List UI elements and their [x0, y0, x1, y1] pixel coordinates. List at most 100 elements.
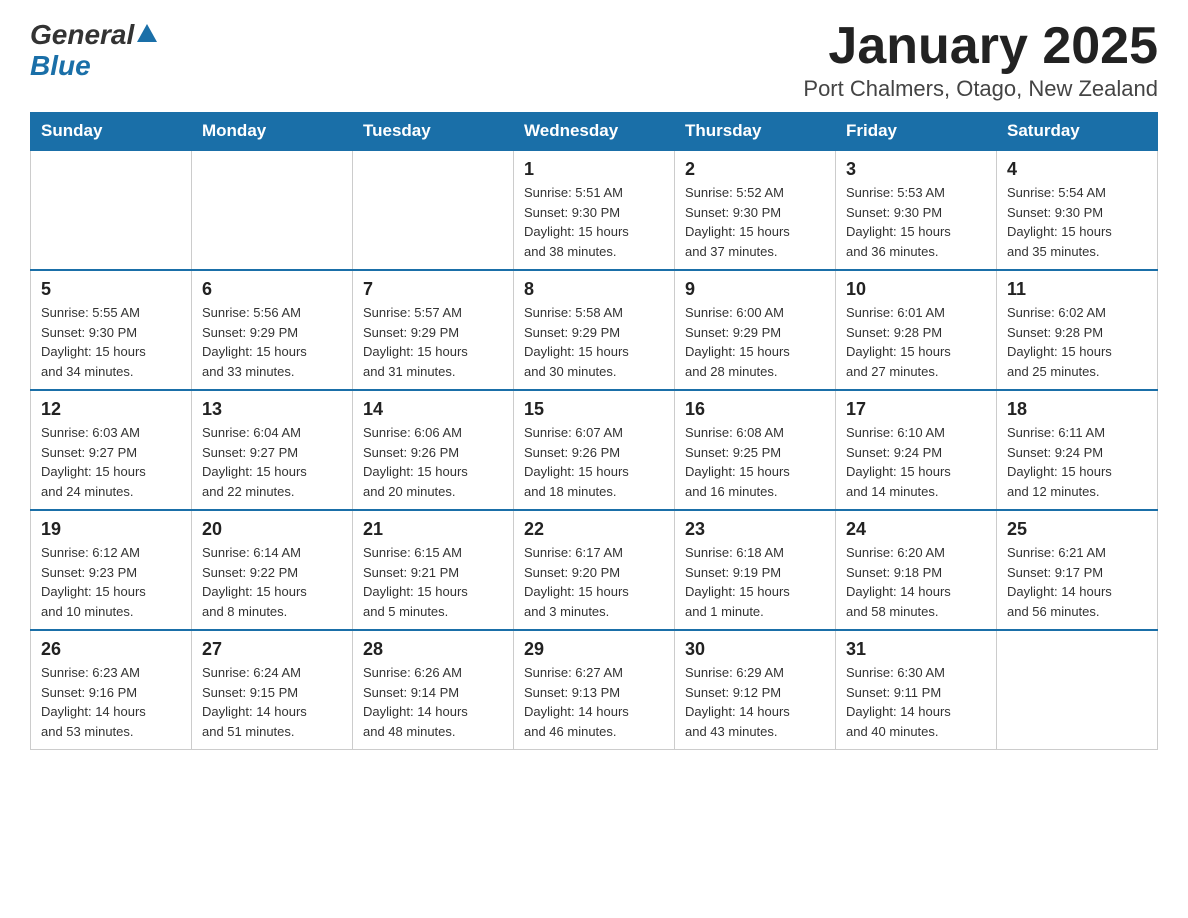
calendar-day-cell: 6Sunrise: 5:56 AM Sunset: 9:29 PM Daylig… — [192, 270, 353, 390]
calendar-day-cell: 4 Sunrise: 5:54 AM Sunset: 9:30 PM Daylig… — [997, 150, 1158, 270]
title-block: January 2025 Port Chalmers, Otago, New Z… — [803, 20, 1158, 102]
calendar-day-cell: 7 Sunrise: 5:57 AM Sunset: 9:29 PM Daylig… — [353, 270, 514, 390]
calendar-day-cell: 25Sunrise: 6:21 AM Sunset: 9:17 PM Dayli… — [997, 510, 1158, 630]
day-number: 21 — [363, 519, 503, 540]
page-subtitle: Port Chalmers, Otago, New Zealand — [803, 76, 1158, 102]
day-info: Sunrise: 5:58 AM Sunset: 9:29 PM Dayligh… — [524, 303, 664, 381]
calendar-day-cell — [31, 150, 192, 270]
calendar-day-cell: 9 Sunrise: 6:00 AM Sunset: 9:29 PM Daylig… — [675, 270, 836, 390]
calendar-day-cell: 13 Sunrise: 6:04 AM Sunset: 9:27 PM Dayli… — [192, 390, 353, 510]
page-header: General Blue January 2025 Port Chalmers,… — [30, 20, 1158, 102]
calendar-day-cell: 2 Sunrise: 5:52 AM Sunset: 9:30 PM Daylig… — [675, 150, 836, 270]
day-info: Sunrise: 5:54 AM Sunset: 9:30 PM Dayligh… — [1007, 183, 1147, 261]
logo-triangle-icon — [137, 24, 157, 47]
day-info: Sunrise: 6:23 AM Sunset: 9:16 PM Dayligh… — [41, 663, 181, 741]
calendar-week-row: 5Sunrise: 5:55 AM Sunset: 9:30 PM Daylig… — [31, 270, 1158, 390]
day-info: Sunrise: 6:20 AM Sunset: 9:18 PM Dayligh… — [846, 543, 986, 621]
day-number: 31 — [846, 639, 986, 660]
day-number: 5 — [41, 279, 181, 300]
weekday-header-thursday: Thursday — [675, 113, 836, 151]
logo-blue: Blue — [30, 50, 91, 81]
day-number: 13 — [202, 399, 342, 420]
day-info: Sunrise: 5:51 AM Sunset: 9:30 PM Dayligh… — [524, 183, 664, 261]
calendar-week-row: 1 Sunrise: 5:51 AM Sunset: 9:30 PM Daylig… — [31, 150, 1158, 270]
calendar-day-cell: 27Sunrise: 6:24 AM Sunset: 9:15 PM Dayli… — [192, 630, 353, 750]
calendar-day-cell: 20 Sunrise: 6:14 AM Sunset: 9:22 PM Dayli… — [192, 510, 353, 630]
calendar-day-cell — [997, 630, 1158, 750]
calendar-day-cell: 18Sunrise: 6:11 AM Sunset: 9:24 PM Dayli… — [997, 390, 1158, 510]
day-info: Sunrise: 5:52 AM Sunset: 9:30 PM Dayligh… — [685, 183, 825, 261]
calendar-day-cell: 1 Sunrise: 5:51 AM Sunset: 9:30 PM Daylig… — [514, 150, 675, 270]
logo: General Blue — [30, 20, 157, 82]
calendar-day-cell: 14 Sunrise: 6:06 AM Sunset: 9:26 PM Dayli… — [353, 390, 514, 510]
calendar-week-row: 19Sunrise: 6:12 AM Sunset: 9:23 PM Dayli… — [31, 510, 1158, 630]
calendar-day-cell: 28Sunrise: 6:26 AM Sunset: 9:14 PM Dayli… — [353, 630, 514, 750]
calendar-day-cell: 29 Sunrise: 6:27 AM Sunset: 9:13 PM Dayli… — [514, 630, 675, 750]
day-number: 19 — [41, 519, 181, 540]
day-number: 1 — [524, 159, 664, 180]
day-number: 17 — [846, 399, 986, 420]
day-info: Sunrise: 6:01 AM Sunset: 9:28 PM Dayligh… — [846, 303, 986, 381]
day-number: 23 — [685, 519, 825, 540]
day-info: Sunrise: 6:02 AM Sunset: 9:28 PM Dayligh… — [1007, 303, 1147, 381]
calendar-day-cell: 26 Sunrise: 6:23 AM Sunset: 9:16 PM Dayli… — [31, 630, 192, 750]
calendar-day-cell — [192, 150, 353, 270]
day-info: Sunrise: 6:30 AM Sunset: 9:11 PM Dayligh… — [846, 663, 986, 741]
calendar-day-cell: 22Sunrise: 6:17 AM Sunset: 9:20 PM Dayli… — [514, 510, 675, 630]
calendar-day-cell: 12 Sunrise: 6:03 AM Sunset: 9:27 PM Dayli… — [31, 390, 192, 510]
day-number: 7 — [363, 279, 503, 300]
day-number: 12 — [41, 399, 181, 420]
day-number: 27 — [202, 639, 342, 660]
calendar-day-cell: 31 Sunrise: 6:30 AM Sunset: 9:11 PM Dayli… — [836, 630, 997, 750]
day-info: Sunrise: 6:11 AM Sunset: 9:24 PM Dayligh… — [1007, 423, 1147, 501]
day-info: Sunrise: 6:10 AM Sunset: 9:24 PM Dayligh… — [846, 423, 986, 501]
day-number: 2 — [685, 159, 825, 180]
calendar-day-cell: 17 Sunrise: 6:10 AM Sunset: 9:24 PM Dayli… — [836, 390, 997, 510]
calendar-day-cell: 19Sunrise: 6:12 AM Sunset: 9:23 PM Dayli… — [31, 510, 192, 630]
calendar-day-cell: 10 Sunrise: 6:01 AM Sunset: 9:28 PM Dayli… — [836, 270, 997, 390]
day-info: Sunrise: 6:04 AM Sunset: 9:27 PM Dayligh… — [202, 423, 342, 501]
calendar-day-cell: 30Sunrise: 6:29 AM Sunset: 9:12 PM Dayli… — [675, 630, 836, 750]
day-info: Sunrise: 5:56 AM Sunset: 9:29 PM Dayligh… — [202, 303, 342, 381]
day-info: Sunrise: 6:06 AM Sunset: 9:26 PM Dayligh… — [363, 423, 503, 501]
calendar-day-cell: 3Sunrise: 5:53 AM Sunset: 9:30 PM Daylig… — [836, 150, 997, 270]
day-info: Sunrise: 6:08 AM Sunset: 9:25 PM Dayligh… — [685, 423, 825, 501]
day-info: Sunrise: 6:03 AM Sunset: 9:27 PM Dayligh… — [41, 423, 181, 501]
day-info: Sunrise: 6:27 AM Sunset: 9:13 PM Dayligh… — [524, 663, 664, 741]
day-number: 22 — [524, 519, 664, 540]
day-number: 14 — [363, 399, 503, 420]
calendar-day-cell: 5Sunrise: 5:55 AM Sunset: 9:30 PM Daylig… — [31, 270, 192, 390]
day-number: 4 — [1007, 159, 1147, 180]
day-info: Sunrise: 6:21 AM Sunset: 9:17 PM Dayligh… — [1007, 543, 1147, 621]
day-number: 9 — [685, 279, 825, 300]
calendar-week-row: 12 Sunrise: 6:03 AM Sunset: 9:27 PM Dayli… — [31, 390, 1158, 510]
weekday-header-wednesday: Wednesday — [514, 113, 675, 151]
day-info: Sunrise: 6:15 AM Sunset: 9:21 PM Dayligh… — [363, 543, 503, 621]
page-title: January 2025 — [803, 20, 1158, 72]
calendar-header: SundayMondayTuesdayWednesdayThursdayFrid… — [31, 113, 1158, 151]
day-info: Sunrise: 6:00 AM Sunset: 9:29 PM Dayligh… — [685, 303, 825, 381]
day-number: 8 — [524, 279, 664, 300]
day-number: 20 — [202, 519, 342, 540]
day-number: 29 — [524, 639, 664, 660]
day-info: Sunrise: 6:07 AM Sunset: 9:26 PM Dayligh… — [524, 423, 664, 501]
day-info: Sunrise: 6:14 AM Sunset: 9:22 PM Dayligh… — [202, 543, 342, 621]
day-number: 10 — [846, 279, 986, 300]
day-number: 30 — [685, 639, 825, 660]
logo-general: General — [30, 20, 134, 51]
calendar-body: 1 Sunrise: 5:51 AM Sunset: 9:30 PM Daylig… — [31, 150, 1158, 750]
day-number: 15 — [524, 399, 664, 420]
calendar-day-cell: 24Sunrise: 6:20 AM Sunset: 9:18 PM Dayli… — [836, 510, 997, 630]
weekday-header-tuesday: Tuesday — [353, 113, 514, 151]
calendar-day-cell: 16Sunrise: 6:08 AM Sunset: 9:25 PM Dayli… — [675, 390, 836, 510]
day-number: 26 — [41, 639, 181, 660]
calendar-day-cell: 21 Sunrise: 6:15 AM Sunset: 9:21 PM Dayli… — [353, 510, 514, 630]
day-info: Sunrise: 5:53 AM Sunset: 9:30 PM Dayligh… — [846, 183, 986, 261]
weekday-header-monday: Monday — [192, 113, 353, 151]
calendar-day-cell — [353, 150, 514, 270]
day-number: 11 — [1007, 279, 1147, 300]
day-info: Sunrise: 6:18 AM Sunset: 9:19 PM Dayligh… — [685, 543, 825, 621]
day-info: Sunrise: 5:57 AM Sunset: 9:29 PM Dayligh… — [363, 303, 503, 381]
day-info: Sunrise: 6:26 AM Sunset: 9:14 PM Dayligh… — [363, 663, 503, 741]
weekday-header-row: SundayMondayTuesdayWednesdayThursdayFrid… — [31, 113, 1158, 151]
